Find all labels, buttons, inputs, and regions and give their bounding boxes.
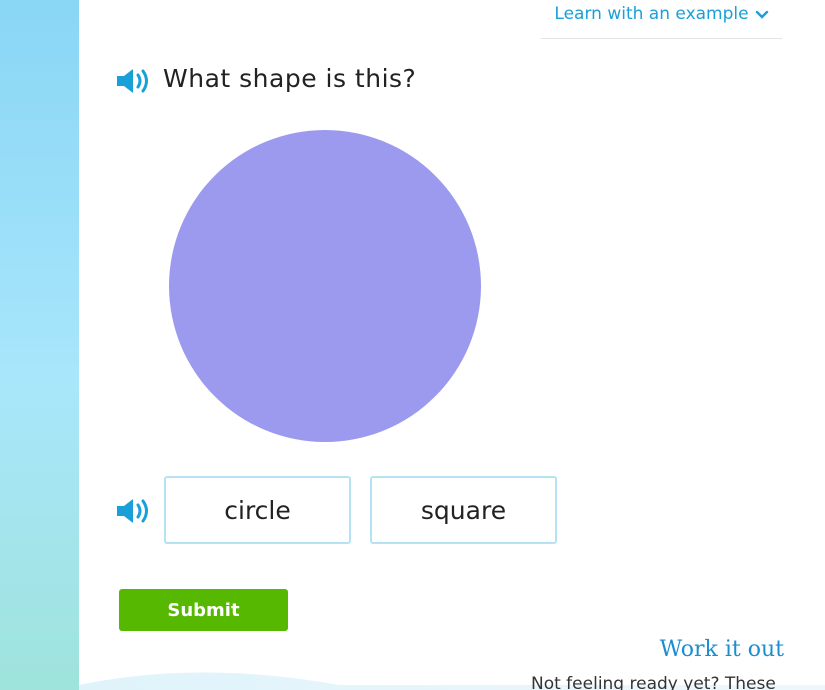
learn-with-example-label: Learn with an example	[554, 4, 749, 24]
answer-option-label: circle	[224, 495, 291, 525]
chevron-down-icon	[755, 7, 769, 21]
learn-with-example-toggle[interactable]: Learn with an example	[541, 0, 782, 39]
answer-option-circle[interactable]: circle	[164, 476, 351, 544]
question-prompt: What shape is this?	[163, 64, 417, 93]
left-rail	[0, 0, 79, 690]
shape-figure	[169, 130, 481, 442]
submit-button[interactable]: Submit	[119, 589, 288, 631]
not-ready-text: Not feeling ready yet? These	[531, 674, 776, 690]
circle-shape	[169, 130, 481, 442]
work-it-out-heading: Work it out	[659, 637, 784, 662]
answer-option-label: square	[420, 495, 507, 525]
answers-speaker-icon[interactable]	[115, 496, 151, 526]
answer-option-square[interactable]: square	[370, 476, 557, 544]
question-speaker-icon[interactable]	[115, 66, 151, 96]
